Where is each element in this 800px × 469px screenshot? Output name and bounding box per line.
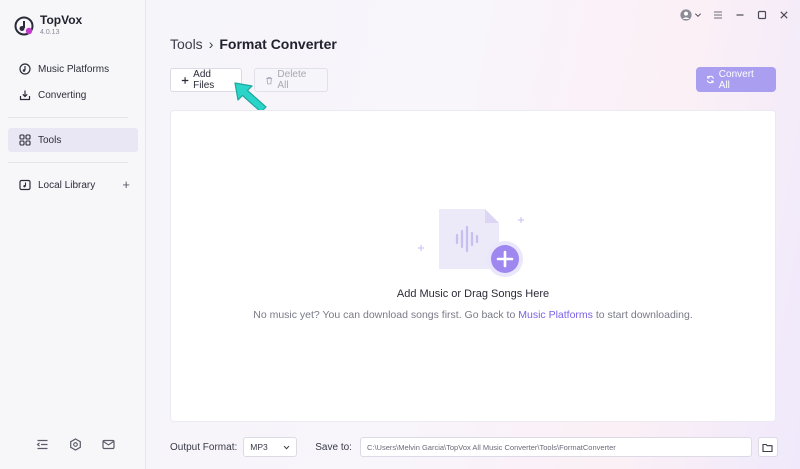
sidebar-item-label: Tools [38,134,62,146]
sidebar-item-music-platforms[interactable]: Music Platforms [8,57,138,81]
breadcrumb: Tools › Format Converter [170,36,337,52]
account-menu[interactable] [680,9,702,21]
menu-icon[interactable] [712,9,724,21]
avatar-icon [680,9,692,21]
save-to-label: Save to: [315,441,352,453]
save-path-field[interactable]: C:\Users\Melvin Garcia\TopVox All Music … [359,437,752,457]
sidebar-item-tools[interactable]: Tools [8,128,138,152]
sidebar-item-converting[interactable]: Converting [8,83,138,107]
footer-bar: Output Format: MP3 Save to: C:\Users\Mel… [170,437,778,457]
collapse-icon[interactable] [36,438,49,451]
app-name: TopVox [40,13,83,27]
main-panel: Tools › Format Converter Add Files Delet… [146,0,800,469]
add-library-button[interactable]: + [122,178,130,191]
folder-icon [762,443,774,452]
output-format-label: Output Format: [170,441,238,453]
sidebar-nav: Music Platforms Converting Tools Local L… [8,57,138,199]
library-icon [19,179,31,191]
browse-folder-button[interactable] [757,437,778,457]
brand: TopVox 4.0.13 [14,14,82,37]
drop-zone-title: Add Music or Drag Songs Here [396,288,550,300]
settings-icon[interactable] [69,438,82,451]
window-controls [680,9,790,21]
breadcrumb-parent[interactable]: Tools [170,36,203,52]
convert-all-label: Convert All [718,68,754,91]
sidebar-item-label: Converting [38,89,87,101]
breadcrumb-separator: › [208,36,214,52]
app-version: 4.0.13 [40,29,60,36]
drop-zone-hint: No music yet? You can download songs fir… [171,309,775,321]
drop-zone[interactable]: Add Music or Drag Songs Here No music ye… [170,110,776,422]
delete-all-label: Delete All [277,69,307,91]
topvox-logo-icon [14,16,34,35]
drop-zone-hint-text-end: to start downloading. [592,309,693,321]
drop-zone-hint-text: No music yet? You can download songs fir… [253,309,519,321]
convert-all-button[interactable]: Convert All [696,67,776,92]
sidebar-item-label: Local Library [38,179,96,191]
sidebar: TopVox 4.0.13 Music Platforms Converting [0,0,146,469]
close-icon[interactable] [778,9,790,21]
refresh-icon [706,75,714,84]
music-platform-icon [19,63,31,75]
download-icon [19,90,31,101]
sidebar-footer [36,438,115,451]
app-window: TopVox 4.0.13 Music Platforms Converting [0,0,800,469]
sidebar-divider [8,162,128,163]
sidebar-divider [8,117,128,118]
page-title: Format Converter [219,36,337,52]
output-format-value: MP3 [250,442,268,452]
sidebar-item-label: Music Platforms [38,63,110,75]
add-files-label: Add Files [193,69,215,91]
minimize-icon[interactable] [734,9,746,21]
chevron-down-icon [694,13,702,18]
grid-icon [19,134,31,146]
plus-icon [181,76,189,84]
sidebar-item-local-library[interactable]: Local Library + [8,173,138,197]
add-music-illustration-icon [418,209,524,277]
maximize-icon[interactable] [756,9,768,21]
output-format-select[interactable]: MP3 [243,437,298,457]
mail-icon[interactable] [102,438,115,451]
chevron-down-icon [283,445,290,449]
music-platforms-link[interactable]: Music Platforms [518,309,593,321]
